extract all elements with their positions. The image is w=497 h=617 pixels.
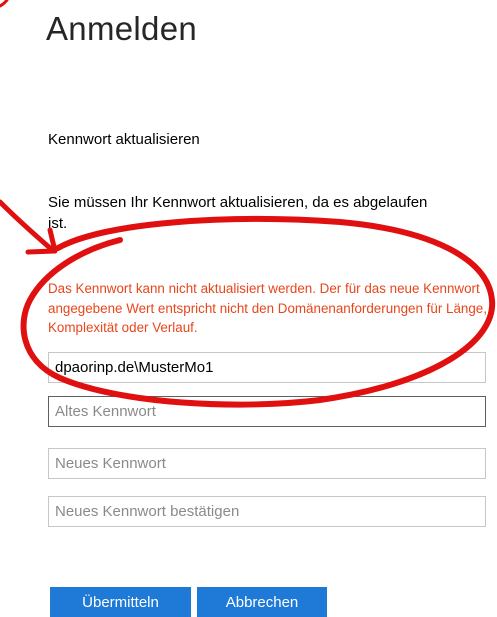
cancel-button[interactable]: Abbrechen <box>197 587 327 617</box>
annotation-arrow <box>0 199 53 251</box>
annotation-top-mark <box>0 0 9 8</box>
username-field[interactable] <box>48 352 486 383</box>
new-password-field[interactable] <box>48 448 486 479</box>
old-password-field[interactable] <box>48 396 486 427</box>
section-heading: Kennwort aktualisieren <box>48 131 200 148</box>
page-title: Anmelden <box>46 10 197 47</box>
submit-button[interactable]: Übermitteln <box>50 587 191 617</box>
confirm-password-field[interactable] <box>48 496 486 527</box>
error-message: Das Kennwort kann nicht aktualisiert wer… <box>48 281 487 335</box>
password-expired-message: Sie müssen Ihr Kennwort aktualisieren, d… <box>48 194 428 232</box>
